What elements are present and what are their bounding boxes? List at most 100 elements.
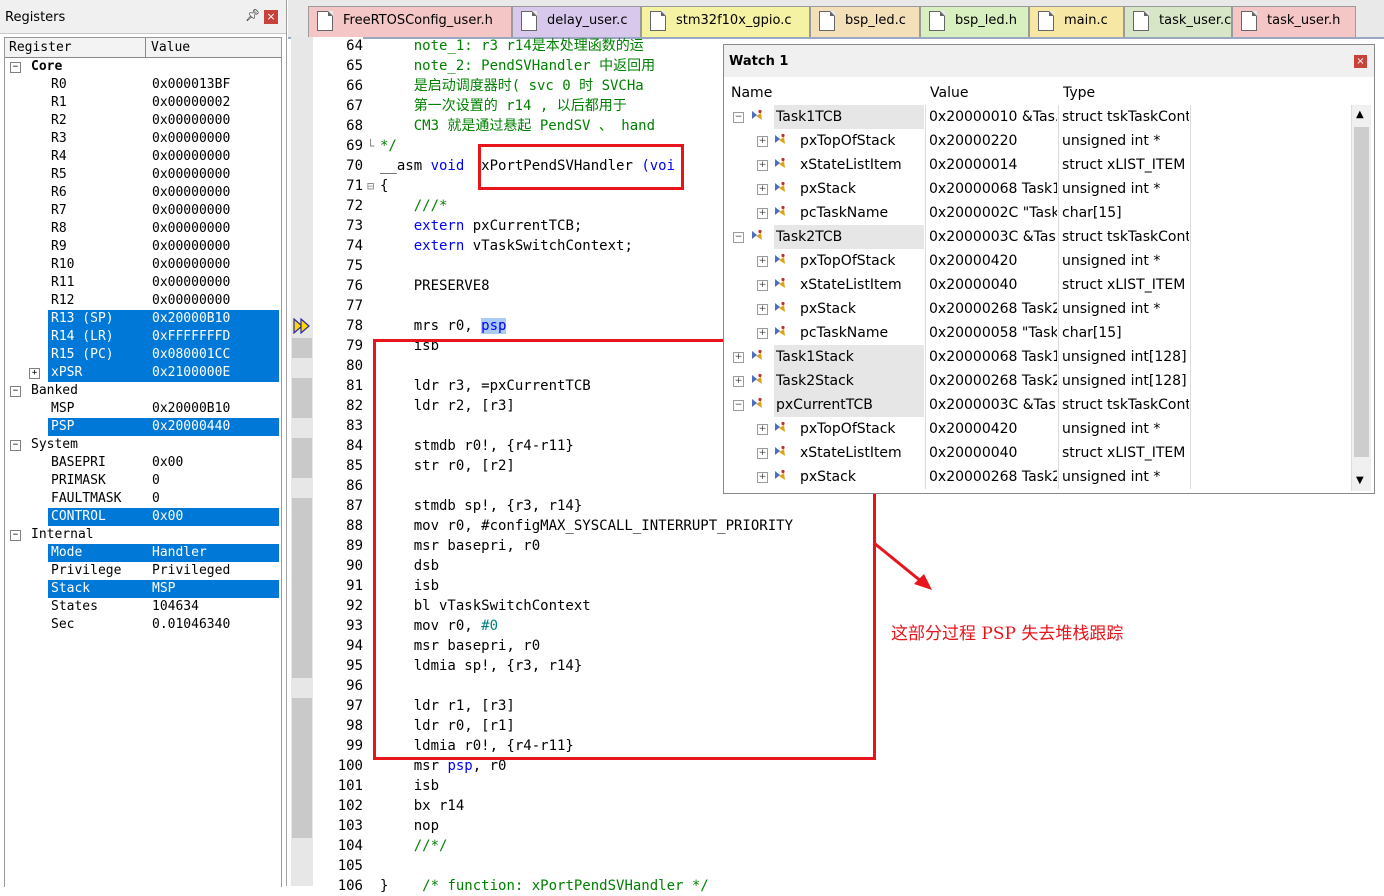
- register-value[interactable]: 0xFFFFFFFD: [152, 328, 230, 346]
- register-value[interactable]: 0x20000440: [152, 418, 230, 436]
- register-row[interactable]: R9 0x00000000: [5, 238, 279, 256]
- tree-expander-icon[interactable]: +: [757, 424, 768, 435]
- register-group[interactable]: − Internal: [5, 526, 279, 544]
- watch-member-row[interactable]: + xStateListItem 0x20000040 struct xLIST_IT…: [724, 441, 1351, 465]
- tree-expander-icon[interactable]: +: [757, 304, 768, 315]
- tree-expander-icon[interactable]: −: [733, 232, 744, 243]
- registers-tree[interactable]: Register Value − Core R0 0x000013BF R1 0x0000…: [4, 37, 282, 887]
- code-line[interactable]: note_2: PendSVHandler 中返回用: [380, 56, 655, 76]
- code-line[interactable]: CM3 就是通过悬起 PendSV 、 hand: [380, 116, 655, 136]
- executable-line-marker[interactable]: [292, 618, 312, 638]
- register-value[interactable]: 0x00000000: [152, 148, 230, 166]
- watch-value[interactable]: 0x20000040: [929, 273, 1057, 297]
- pin-icon[interactable]: 📌︎: [245, 8, 260, 22]
- executable-line-marker[interactable]: [292, 818, 312, 838]
- column-header-type[interactable]: Type: [1063, 85, 1095, 101]
- register-row[interactable]: R10 0x00000000: [5, 256, 279, 274]
- register-value[interactable]: 0x00000000: [152, 274, 230, 292]
- editor-tab[interactable]: task_user.c: [1124, 6, 1232, 37]
- close-icon[interactable]: ×: [264, 10, 278, 24]
- tree-expander-icon[interactable]: +: [757, 160, 768, 171]
- tree-expander-icon[interactable]: −: [10, 440, 21, 451]
- code-line[interactable]: extern pxCurrentTCB;: [380, 216, 583, 236]
- watch-member-row[interactable]: + pxStack 0x20000268 Task2... unsigned int …: [724, 297, 1351, 321]
- watch-variable-row[interactable]: − pxCurrentTCB 0x2000003C &Tas... struct ts…: [724, 393, 1351, 417]
- fold-marker-icon[interactable]: ⊟: [367, 179, 374, 193]
- register-value[interactable]: 0x2100000E: [152, 364, 230, 382]
- watch-value[interactable]: 0x20000420: [929, 417, 1057, 441]
- executable-line-marker[interactable]: [292, 738, 312, 758]
- register-value[interactable]: 0x00: [152, 454, 183, 472]
- register-value[interactable]: 0x00000000: [152, 112, 230, 130]
- watch-value[interactable]: 0x2000002C "Task...: [929, 201, 1057, 225]
- watch-member-row[interactable]: + pcTaskName 0x20000058 "Task... char[15]: [724, 321, 1351, 345]
- watch-value[interactable]: 0x20000220: [929, 129, 1057, 153]
- executable-line-marker[interactable]: [292, 498, 312, 518]
- register-row[interactable]: R12 0x00000000: [5, 292, 279, 310]
- register-value[interactable]: 0x00000002: [152, 94, 230, 112]
- tree-expander-icon[interactable]: +: [733, 352, 744, 363]
- register-row[interactable]: Stack MSP: [5, 580, 279, 598]
- tree-expander-icon[interactable]: −: [10, 62, 21, 73]
- editor-tab[interactable]: delay_user.c: [512, 6, 641, 37]
- tree-expander-icon[interactable]: +: [29, 368, 40, 379]
- code-line[interactable]: PRESERVE8: [380, 276, 490, 296]
- watch-member-row[interactable]: + pxTopOfStack 0x20000420 unsigned int *: [724, 249, 1351, 273]
- register-row[interactable]: R3 0x00000000: [5, 130, 279, 148]
- watch-window[interactable]: Watch 1 × Name Value Type − Task1TCB 0x200…: [723, 44, 1375, 494]
- watch-value[interactable]: 0x20000058 "Task...: [929, 321, 1057, 345]
- register-group[interactable]: − Banked: [5, 382, 279, 400]
- tree-expander-icon[interactable]: +: [757, 328, 768, 339]
- tree-expander-icon[interactable]: +: [757, 280, 768, 291]
- watch-member-row[interactable]: + pxTopOfStack 0x20000420 unsigned int *: [724, 417, 1351, 441]
- executable-line-marker[interactable]: [292, 698, 312, 718]
- watch-variable-row[interactable]: + Task2Stack 0x20000268 Task2... unsigned i…: [724, 369, 1351, 393]
- executable-line-marker[interactable]: [292, 578, 312, 598]
- register-value[interactable]: 0x000013BF: [152, 76, 230, 94]
- code-line[interactable]: */: [380, 136, 397, 156]
- code-line[interactable]: bx r14: [380, 796, 465, 816]
- executable-line-marker[interactable]: [292, 778, 312, 798]
- register-row[interactable]: R4 0x00000000: [5, 148, 279, 166]
- tree-expander-icon[interactable]: +: [757, 208, 768, 219]
- editor-tab[interactable]: FreeRTOSConfig_user.h: [308, 6, 512, 37]
- executable-line-marker[interactable]: [292, 518, 312, 538]
- register-row[interactable]: R11 0x00000000: [5, 274, 279, 292]
- tree-expander-icon[interactable]: −: [10, 530, 21, 541]
- tree-expander-icon[interactable]: +: [757, 256, 768, 267]
- executable-line-marker[interactable]: [292, 438, 312, 458]
- register-row[interactable]: CONTROL 0x00: [5, 508, 279, 526]
- tree-expander-icon[interactable]: +: [733, 376, 744, 387]
- code-line[interactable]: 是启动调度器时( svc 0 时 SVCHa: [380, 76, 644, 96]
- register-value[interactable]: 0x00000000: [152, 166, 230, 184]
- register-row[interactable]: States 104634: [5, 598, 279, 616]
- register-value[interactable]: 0x20000B10: [152, 310, 230, 328]
- code-line[interactable]: } /* function: xPortPendSVHandler */: [380, 876, 709, 896]
- editor-tab[interactable]: task_user.h: [1232, 6, 1356, 37]
- executable-line-marker[interactable]: [292, 398, 312, 418]
- register-row[interactable]: BASEPRI 0x00: [5, 454, 279, 472]
- register-value[interactable]: 0x00000000: [152, 184, 230, 202]
- register-value[interactable]: 0x00000000: [152, 238, 230, 256]
- editor-tab[interactable]: main.c: [1029, 6, 1124, 37]
- register-value[interactable]: Handler: [152, 544, 207, 562]
- tree-expander-icon[interactable]: +: [757, 136, 768, 147]
- watch-value[interactable]: 0x2000003C &Tas...: [929, 225, 1057, 249]
- code-line[interactable]: {: [380, 176, 388, 196]
- watch-value[interactable]: 0x20000014: [929, 153, 1057, 177]
- tree-expander-icon[interactable]: +: [757, 472, 768, 483]
- column-header-register[interactable]: Register: [9, 40, 72, 55]
- executable-line-marker[interactable]: [292, 338, 312, 358]
- editor-tab[interactable]: bsp_led.c: [810, 6, 920, 37]
- register-row[interactable]: R2 0x00000000: [5, 112, 279, 130]
- watch-value[interactable]: 0x20000268 Task2...: [929, 297, 1057, 321]
- register-value[interactable]: 0x00000000: [152, 292, 230, 310]
- register-group[interactable]: − Core: [5, 58, 279, 76]
- watch-member-row[interactable]: + pxStack 0x20000068 Task1... unsigned int …: [724, 177, 1351, 201]
- register-row[interactable]: R5 0x00000000: [5, 166, 279, 184]
- watch-member-row[interactable]: + pcTaskName 0x2000002C "Task... char[15]: [724, 201, 1351, 225]
- watch-member-row[interactable]: + xStateListItem 0x20000014 struct xLIST_IT…: [724, 153, 1351, 177]
- executable-line-marker[interactable]: [292, 638, 312, 658]
- register-row[interactable]: R6 0x00000000: [5, 184, 279, 202]
- column-header-value[interactable]: Value: [930, 85, 968, 101]
